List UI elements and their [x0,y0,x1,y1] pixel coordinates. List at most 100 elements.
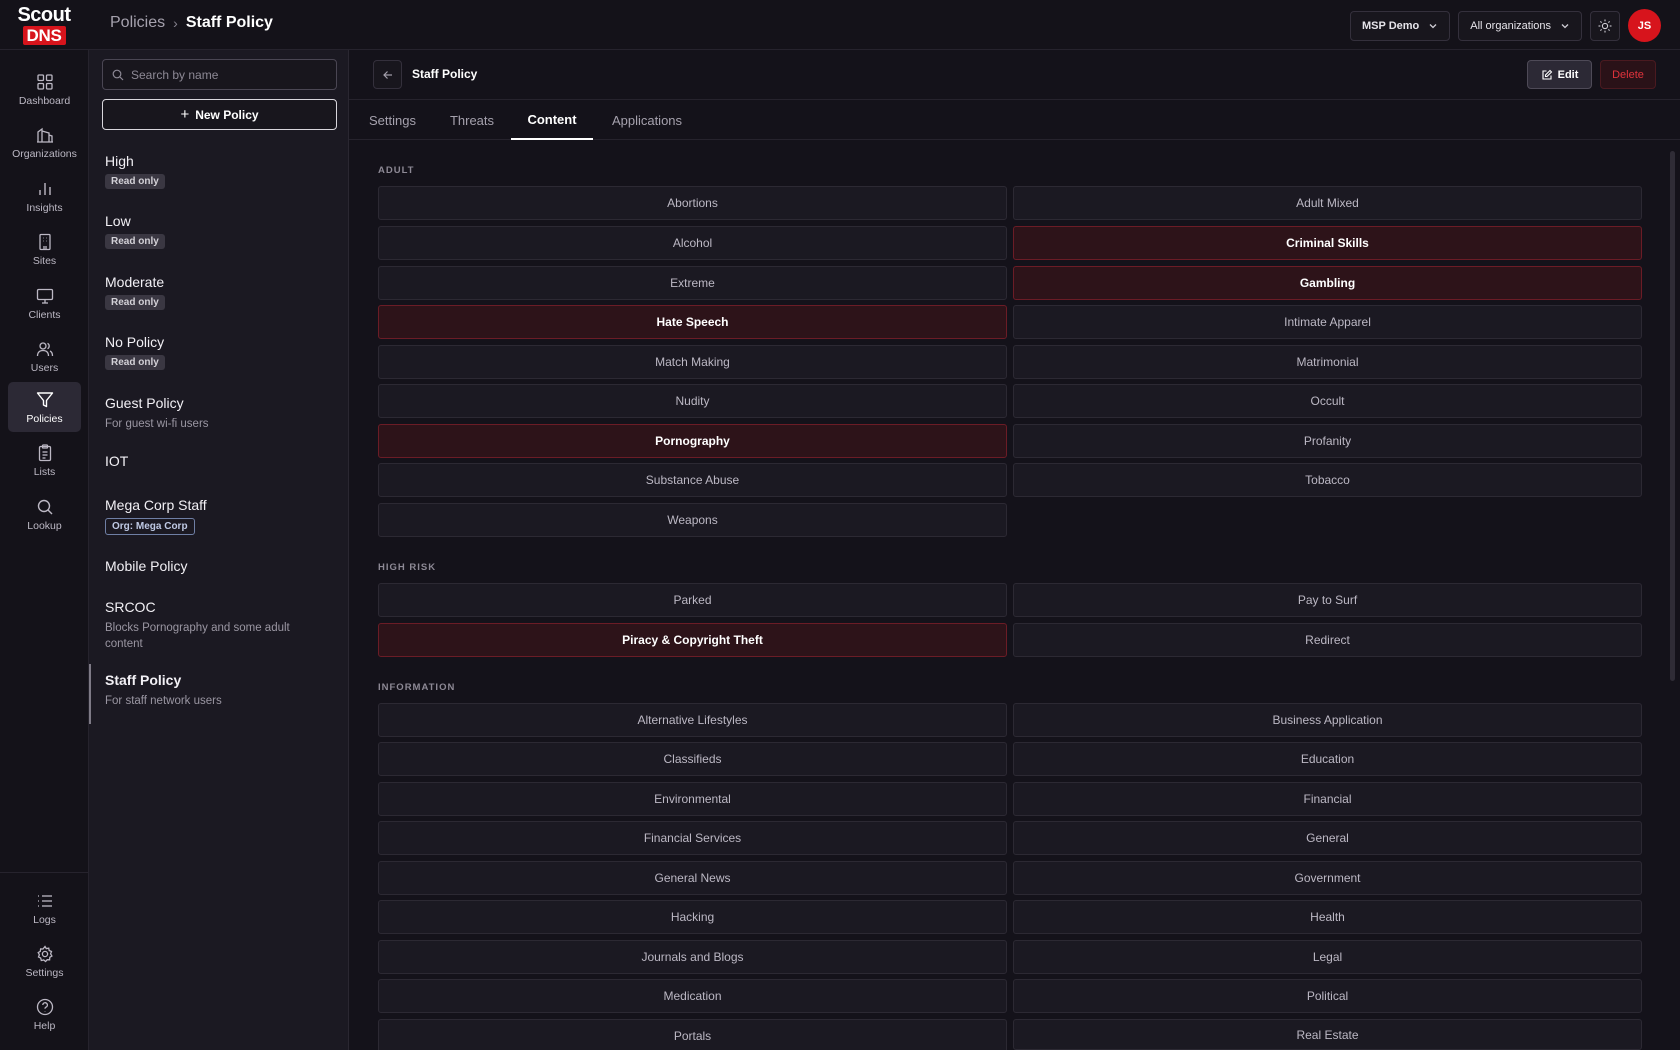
search-input[interactable] [131,67,331,82]
policy-name: High [105,153,134,169]
top-right-controls: MSP Demo All organizations JS [1350,9,1680,42]
category-alternative-lifestyles[interactable]: Alternative Lifestyles [378,703,1007,737]
nav-settings-label: Settings [25,966,64,979]
edit-button[interactable]: Edit [1527,60,1592,89]
policy-item-staff-policy[interactable]: Staff Policy For staff network users [89,664,348,724]
category-general[interactable]: General [1013,821,1642,855]
nav-lists[interactable]: Lists [8,435,81,485]
category-real-estate[interactable]: Real Estate [1013,1019,1642,1050]
msp-dropdown[interactable]: MSP Demo [1350,10,1451,41]
category-parked[interactable]: Parked [378,583,1007,617]
help-circle-icon [36,998,53,1015]
back-button[interactable] [373,60,402,89]
nav-sites-label: Sites [32,254,57,267]
category-adult-mixed[interactable]: Adult Mixed [1013,186,1642,220]
policy-item-iot[interactable]: IOT [89,453,348,469]
policy-item-guest-policy[interactable]: Guest Policy For guest wi-fi users [89,395,348,432]
section-title-high-risk: HIGH RISK [378,562,437,573]
policy-item-srcoc[interactable]: SRCOC Blocks Pornography and some adult … [89,599,348,652]
category-extreme[interactable]: Extreme [378,266,1007,300]
policy-item-no-policy[interactable]: No Policy Read only [89,334,348,370]
category-intimate-apparel[interactable]: Intimate Apparel [1013,305,1642,339]
category-match-making[interactable]: Match Making [378,345,1007,379]
category-journals-and-blogs[interactable]: Journals and Blogs [378,940,1007,974]
category-tobacco[interactable]: Tobacco [1013,463,1642,497]
nav-users[interactable]: Users [8,331,81,381]
nav-logs[interactable]: Logs [8,883,81,933]
category-health[interactable]: Health [1013,900,1642,934]
category-pay-to-surf[interactable]: Pay to Surf [1013,583,1642,617]
search-box[interactable] [102,59,337,90]
category-pornography[interactable]: Pornography [378,424,1007,458]
category-nudity[interactable]: Nudity [378,384,1007,418]
new-policy-button[interactable]: + New Policy [102,99,337,130]
category-hate-speech[interactable]: Hate Speech [378,305,1007,339]
category-general-news[interactable]: General News [378,861,1007,895]
category-portals[interactable]: Portals [378,1019,1007,1050]
user-avatar[interactable]: JS [1628,9,1661,42]
nav-clients[interactable]: Clients [8,278,81,328]
category-environmental[interactable]: Environmental [378,782,1007,816]
tab-applications[interactable]: Applications [609,100,685,140]
category-alcohol[interactable]: Alcohol [378,226,1007,260]
policy-item-mobile-policy[interactable]: Mobile Policy [89,558,348,574]
arrow-left-icon [382,70,392,79]
category-redirect[interactable]: Redirect [1013,623,1642,657]
logo-text-scout: Scout [17,4,71,26]
theme-toggle-button[interactable] [1590,10,1620,41]
category-substance-abuse[interactable]: Substance Abuse [378,463,1007,497]
delete-button[interactable]: Delete [1600,60,1656,89]
logo-text-dns: DNS [22,26,66,45]
content-scrollbar[interactable] [1670,151,1675,681]
organizations-icon [36,127,53,143]
read-only-badge: Read only [105,174,165,189]
nav-lookup[interactable]: Lookup [8,489,81,539]
category-financial[interactable]: Financial [1013,782,1642,816]
policy-description: For staff network users [105,695,222,707]
policy-detail: Staff Policy Edit Delete Settings Threat… [349,50,1680,1050]
nav-dashboard[interactable]: Dashboard [8,64,81,114]
tab-settings[interactable]: Settings [368,100,417,140]
search-icon [112,69,124,80]
category-piracy-copyright-theft[interactable]: Piracy & Copyright Theft [378,623,1007,657]
scoutdns-logo[interactable]: Scout DNS [14,5,74,45]
nav-sites[interactable]: Sites [8,224,81,274]
edit-icon [1542,69,1552,80]
policy-item-high[interactable]: High Read only [89,153,348,189]
tab-threats[interactable]: Threats [449,100,495,140]
category-financial-services[interactable]: Financial Services [378,821,1007,855]
category-education[interactable]: Education [1013,742,1642,776]
policy-item-moderate[interactable]: Moderate Read only [89,274,348,310]
category-political[interactable]: Political [1013,979,1642,1013]
clipboard-list-icon [38,443,51,461]
policy-item-low[interactable]: Low Read only [89,213,348,249]
category-matrimonial[interactable]: Matrimonial [1013,345,1642,379]
nav-help[interactable]: Help [8,989,81,1039]
tab-content[interactable]: Content [511,100,593,140]
category-legal[interactable]: Legal [1013,940,1642,974]
nav-insights[interactable]: Insights [8,171,81,221]
read-only-badge: Read only [105,355,165,370]
category-classifieds[interactable]: Classifieds [378,742,1007,776]
category-profanity[interactable]: Profanity [1013,424,1642,458]
chevron-right-icon: › [173,15,178,31]
breadcrumb-policies-link[interactable]: Policies [110,14,165,32]
read-only-badge: Read only [105,295,165,310]
policy-item-mega-corp-staff[interactable]: Mega Corp Staff Org: Mega Corp [89,497,348,535]
category-abortions[interactable]: Abortions [378,186,1007,220]
nav-logs-label: Logs [33,913,56,926]
category-medication[interactable]: Medication [378,979,1007,1013]
nav-settings[interactable]: Settings [8,936,81,986]
organization-dropdown[interactable]: All organizations [1458,10,1582,41]
nav-organizations[interactable]: Organizations [8,117,81,167]
category-criminal-skills[interactable]: Criminal Skills [1013,226,1642,260]
category-gambling[interactable]: Gambling [1013,266,1642,300]
category-occult[interactable]: Occult [1013,384,1642,418]
category-weapons[interactable]: Weapons [378,503,1007,537]
search-icon [37,499,52,514]
category-hacking[interactable]: Hacking [378,900,1007,934]
users-icon [36,341,53,356]
category-government[interactable]: Government [1013,861,1642,895]
nav-policies[interactable]: Policies [8,382,81,432]
category-business-application[interactable]: Business Application [1013,703,1642,737]
